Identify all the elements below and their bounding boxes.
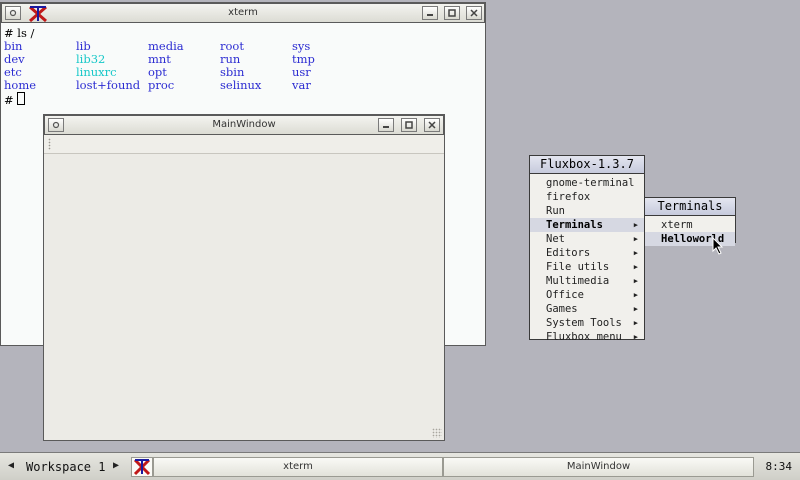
submenu-arrow-icon: ▶: [633, 221, 638, 229]
submenu-arrow-icon: ▶: [633, 249, 638, 257]
maximize-button[interactable]: [444, 6, 460, 20]
menu-item-label: System Tools: [546, 317, 622, 329]
mouse-pointer-icon: [712, 236, 724, 258]
minimize-button[interactable]: [378, 118, 394, 132]
close-icon: [470, 9, 478, 17]
xterm-title: xterm: [228, 7, 258, 18]
close-icon: [428, 121, 436, 129]
menu-item-system-tools[interactable]: System Tools ▶: [530, 316, 644, 330]
menu-item-label: Fluxbox menu: [546, 331, 622, 343]
main-window-titlebar[interactable]: MainWindow: [44, 115, 444, 135]
resize-grip-icon[interactable]: [432, 428, 442, 438]
menu-item-label: Net: [546, 233, 565, 245]
maximize-icon: [405, 121, 413, 129]
submenu-item-xterm[interactable]: xterm: [645, 218, 735, 232]
menu-item-firefox[interactable]: firefox: [530, 190, 644, 204]
menu-item-file-utils[interactable]: File utils ▶: [530, 260, 644, 274]
main-window-toolbar: [44, 135, 444, 154]
menu-item-label: gnome-terminal: [546, 177, 635, 189]
minimize-button[interactable]: [422, 6, 438, 20]
menu-item-label: Editors: [546, 247, 591, 259]
menu-item-label: firefox: [546, 191, 591, 203]
next-workspace-icon[interactable]: ▶: [113, 460, 119, 471]
ls-entry: home: [4, 78, 37, 92]
terminals-submenu-title: Terminals: [645, 198, 735, 216]
menu-item-run[interactable]: Run: [530, 204, 644, 218]
menu-item-net[interactable]: Net ▶: [530, 232, 644, 246]
task-xterm[interactable]: xterm: [153, 457, 443, 477]
fluxbox-menu-title: Fluxbox-1.3.7: [530, 156, 644, 174]
prompt-line: #: [4, 92, 485, 107]
menu-item-gnome-terminal[interactable]: gnome-terminal: [530, 176, 644, 190]
clock: 8:34: [765, 460, 793, 473]
submenu-arrow-icon: ▶: [633, 333, 638, 341]
taskbar: ◀ Workspace 1 ▶ xterm MainWindow 8:34: [0, 452, 800, 480]
menu-item-terminals[interactable]: Terminals ▶: [530, 218, 644, 232]
menu-item-editors[interactable]: Editors ▶: [530, 246, 644, 260]
menu-item-games[interactable]: Games ▶: [530, 302, 644, 316]
submenu-arrow-icon: ▶: [633, 263, 638, 271]
menu-item-label: Multimedia: [546, 275, 610, 287]
close-button[interactable]: [424, 118, 440, 132]
menu-item-office[interactable]: Office ▶: [530, 288, 644, 302]
submenu-arrow-icon: ▶: [633, 291, 638, 299]
maximize-button[interactable]: [401, 118, 417, 132]
menu-item-fluxbox-menu[interactable]: Fluxbox menu ▶: [530, 330, 644, 344]
menu-item-label: Games: [546, 303, 578, 315]
ls-entry: lost+found: [76, 78, 141, 92]
fluxbox-menu: Fluxbox-1.3.7 gnome-terminal firefox Run…: [529, 155, 645, 343]
menu-item-label: Terminals: [546, 219, 603, 231]
task-mainwindow[interactable]: MainWindow: [443, 457, 754, 477]
ls-entry: var: [292, 78, 311, 92]
xterm-titlebar[interactable]: xterm: [1, 3, 485, 23]
submenu-arrow-icon: ▶: [633, 319, 638, 327]
ls-entry: proc: [148, 78, 175, 92]
menu-item-multimedia[interactable]: Multimedia ▶: [530, 274, 644, 288]
close-button[interactable]: [466, 6, 482, 20]
menu-item-label: xterm: [661, 219, 693, 231]
menu-item-label: File utils: [546, 261, 610, 273]
submenu-arrow-icon: ▶: [633, 305, 638, 313]
ls-entry: selinux: [220, 78, 262, 92]
submenu-arrow-icon: ▶: [633, 277, 638, 285]
ls-row: home lost+found proc selinux var: [4, 79, 485, 92]
toolbar-grip-icon[interactable]: [48, 138, 51, 150]
x-window-logo-icon[interactable]: [131, 457, 153, 477]
main-window[interactable]: MainWindow: [43, 114, 445, 441]
menu-item-label: Office: [546, 289, 584, 301]
maximize-icon: [448, 9, 456, 17]
prompt: #: [4, 93, 14, 107]
workspace-name[interactable]: Workspace 1: [26, 460, 105, 474]
minimize-icon: [383, 126, 389, 128]
text-cursor: [16, 92, 25, 105]
prev-workspace-icon[interactable]: ◀: [8, 460, 14, 471]
minimize-icon: [427, 14, 433, 16]
submenu-arrow-icon: ▶: [633, 235, 638, 243]
menu-item-label: Run: [546, 205, 565, 217]
